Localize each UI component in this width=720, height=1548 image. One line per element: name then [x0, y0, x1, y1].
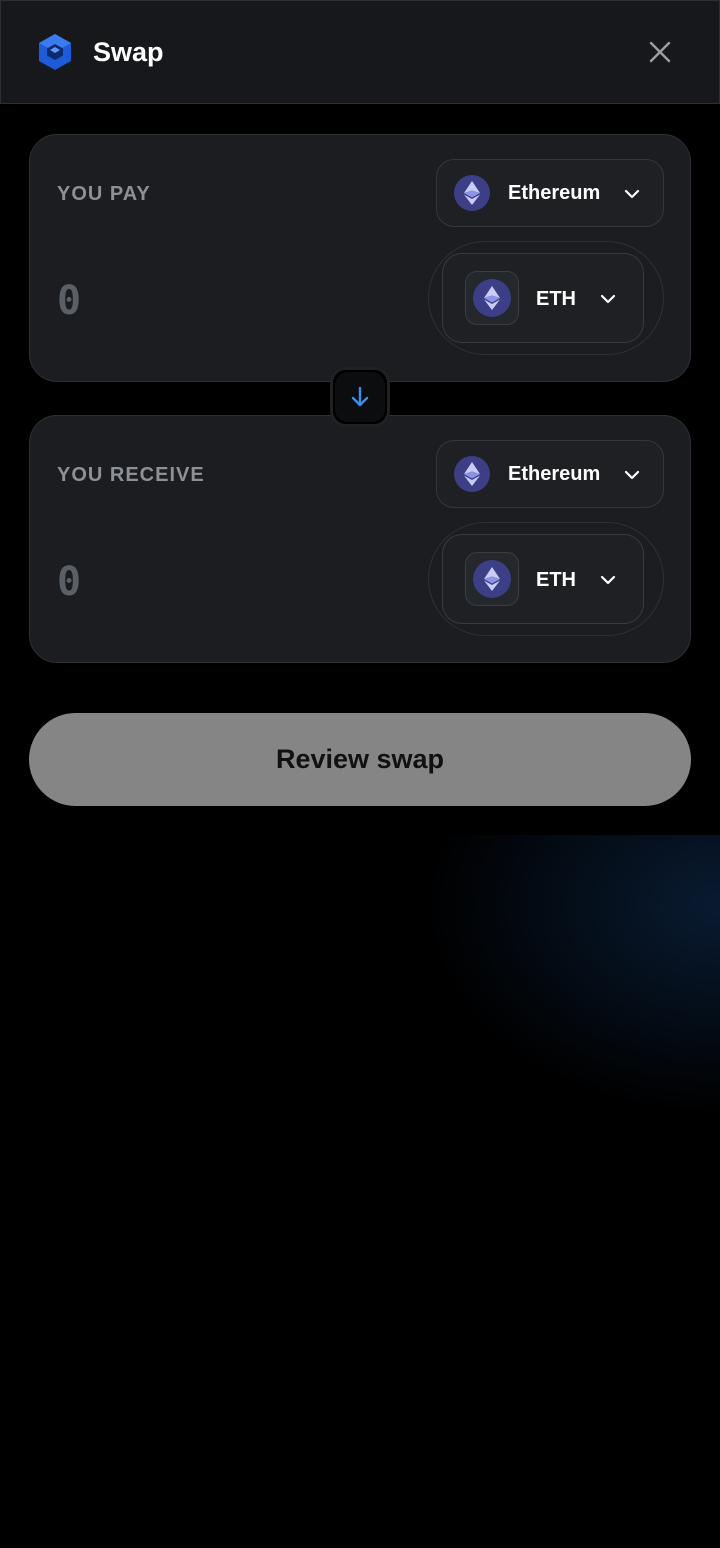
- background-glow: [0, 835, 720, 1548]
- pay-token-select[interactable]: ETH: [442, 253, 644, 343]
- pay-token-symbol: ETH: [536, 288, 576, 310]
- receive-network-name: Ethereum: [508, 462, 601, 485]
- chevron-down-icon: [600, 575, 616, 585]
- app-logo-icon: [39, 34, 71, 70]
- receive-panel: YOU RECEIVE Ethereum: [29, 415, 691, 663]
- receive-label: YOU RECEIVE: [57, 464, 205, 486]
- ethereum-icon: [473, 560, 511, 598]
- close-icon[interactable]: [647, 39, 673, 65]
- receive-token-symbol: ETH: [536, 569, 576, 591]
- receive-amount-input[interactable]: [57, 554, 257, 610]
- chevron-down-icon: [624, 470, 640, 480]
- swap-form: YOU PAY Ethereum: [0, 104, 720, 835]
- token-icon-box: [465, 552, 519, 606]
- chevron-down-icon: [600, 294, 616, 304]
- swap-page: Swap YOU PAY Ethereum: [0, 0, 720, 1548]
- ethereum-icon: [454, 456, 490, 492]
- arrow-down-icon: [351, 386, 369, 407]
- switch-direction-button[interactable]: [330, 367, 390, 427]
- chevron-down-icon: [624, 189, 640, 199]
- pay-amount-input[interactable]: [57, 273, 257, 329]
- pay-label: YOU PAY: [57, 183, 151, 205]
- ethereum-icon: [473, 279, 511, 317]
- ethereum-icon: [454, 175, 490, 211]
- receive-token-select[interactable]: ETH: [442, 534, 644, 624]
- switch-direction-inner: [335, 372, 385, 422]
- header-bar: Swap: [0, 0, 720, 104]
- pay-panel: YOU PAY Ethereum: [29, 134, 691, 382]
- review-swap-button[interactable]: Review swap: [29, 713, 691, 806]
- token-icon-box: [465, 271, 519, 325]
- pay-network-select[interactable]: Ethereum: [436, 159, 664, 227]
- page-title: Swap: [93, 36, 164, 67]
- pay-network-name: Ethereum: [508, 181, 601, 204]
- receive-network-select[interactable]: Ethereum: [436, 440, 664, 508]
